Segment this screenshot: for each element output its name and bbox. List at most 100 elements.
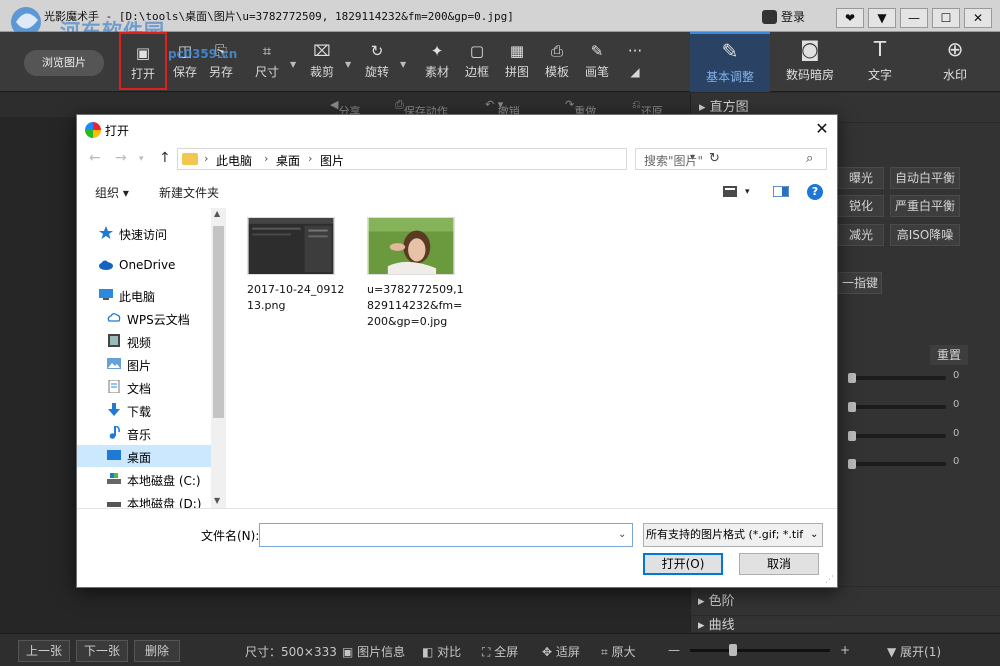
slider-track-2[interactable] — [850, 405, 946, 409]
scroll-down-icon[interactable]: ▼ — [214, 496, 220, 505]
save-action-button[interactable]: ⎙ 保存动作 — [395, 98, 448, 118]
nav-music[interactable]: 音乐 — [77, 422, 211, 444]
up-arrow-icon[interactable]: ↑ — [159, 150, 171, 166]
favorite-button[interactable]: ❤ — [836, 8, 864, 28]
slider-track-4[interactable] — [850, 462, 946, 466]
undo-button[interactable]: ↶ 撤销 ▾ — [485, 98, 520, 118]
curves-section[interactable]: ▸ 曲线 — [690, 616, 1000, 633]
address-bar[interactable]: › 此电脑 › 桌面 › 图片 ▾ ↻ — [177, 148, 720, 170]
menu-dropdown-button[interactable]: ▼ — [868, 8, 896, 28]
open-file-button[interactable]: 打开(O) — [643, 553, 723, 575]
reduce-light-button[interactable]: 减光 — [838, 224, 884, 246]
prev-image-button[interactable]: 上一张 — [18, 640, 70, 662]
organize-menu[interactable]: 组织 ▾ — [95, 184, 129, 201]
nav-videos[interactable]: 视频 — [77, 330, 211, 352]
nav-wps-cloud[interactable]: WPS云文档 — [77, 307, 211, 329]
nav-drive-d[interactable]: 本地磁盘 (D:) — [77, 491, 211, 508]
one-key-button[interactable]: 一指键 — [838, 272, 882, 294]
nav-drive-c[interactable]: 本地磁盘 (C:) — [77, 468, 211, 490]
browse-images-button[interactable]: 浏览图片 — [24, 50, 104, 76]
expand-button[interactable]: ▼ 展开(1) — [887, 643, 941, 660]
severe-white-balance-button[interactable]: 严重白平衡 — [890, 195, 960, 217]
delete-button[interactable]: 删除 — [134, 640, 180, 662]
breadcrumb-this-pc[interactable]: 此电脑 — [216, 152, 252, 169]
breadcrumb-pictures[interactable]: 图片 — [320, 152, 344, 169]
file-type-dropdown-icon: ⌄ — [810, 529, 819, 540]
view-dropdown-icon[interactable]: ▾ — [745, 187, 750, 197]
template-button[interactable]: ⎙ 模板 — [540, 40, 574, 88]
tab-darkroom[interactable]: ◙ 数码暗房 — [770, 32, 850, 92]
fit-icon: ✥ — [542, 645, 556, 659]
redo-button[interactable]: ↷ 重做 — [565, 98, 596, 118]
rotate-dropdown-icon[interactable]: ▼ — [400, 60, 408, 69]
resize-button[interactable]: ⌗ 尺寸 — [250, 40, 284, 88]
fullscreen-button[interactable]: ⛶ 全屏 — [482, 643, 518, 660]
resize-grip-icon[interactable]: ⋰ — [825, 575, 834, 585]
auto-white-balance-button[interactable]: 自动白平衡 — [890, 167, 960, 189]
crop-button[interactable]: ⌧ 裁剪 — [305, 40, 339, 88]
zoom-in-button[interactable]: + — [840, 643, 850, 657]
restore-button[interactable]: ⎌ 还原 — [632, 98, 663, 118]
zoom-slider[interactable] — [690, 649, 830, 652]
file-type-select[interactable]: 所有支持的图片格式 (*.gif; *.tif ⌄ — [643, 523, 823, 547]
slider-knob-1[interactable] — [848, 373, 856, 383]
image-info-button[interactable]: ▣ 图片信息 — [342, 643, 405, 660]
nav-downloads[interactable]: 下载 — [77, 399, 211, 421]
more-tools-button[interactable]: ··· ◢ — [618, 40, 652, 88]
slider-track-1[interactable] — [850, 376, 946, 380]
nav-quick-access[interactable]: 快速访问 — [77, 222, 211, 244]
nav-onedrive[interactable]: OneDrive — [77, 254, 211, 276]
scroll-up-icon[interactable]: ▲ — [214, 209, 220, 218]
scroll-thumb[interactable] — [213, 226, 224, 418]
slider-knob-2[interactable] — [848, 402, 856, 412]
reset-button[interactable]: 重置 — [930, 345, 968, 365]
cancel-button[interactable]: 取消 — [739, 553, 819, 575]
maximize-button[interactable]: ☐ — [932, 8, 960, 28]
nav-this-pc[interactable]: 此电脑 — [77, 284, 211, 306]
crop-dropdown-icon[interactable]: ▼ — [345, 60, 353, 69]
stickers-button[interactable]: ✦ 素材 — [420, 40, 454, 88]
search-input[interactable]: 搜索"图片" ⌕ — [635, 148, 827, 170]
slider-knob-3[interactable] — [848, 431, 856, 441]
view-mode-icon[interactable] — [723, 186, 737, 197]
exposure-button[interactable]: 曝光 — [838, 167, 884, 189]
rotate-button[interactable]: ↻ 旋转 — [360, 40, 394, 88]
minimize-button[interactable]: — — [900, 8, 928, 28]
filename-input[interactable] — [259, 523, 633, 547]
tab-watermark[interactable]: ⊕ 水印 — [915, 32, 995, 92]
original-size-button[interactable]: ⌗ 原大 — [601, 643, 636, 660]
login-button[interactable]: 登录 — [757, 6, 811, 28]
help-icon[interactable]: ? — [807, 184, 823, 200]
filename-dropdown-icon[interactable]: ⌄ — [618, 529, 626, 540]
nav-desktop[interactable]: 桌面 — [77, 445, 211, 467]
nav-pictures[interactable]: 图片 — [77, 353, 211, 375]
new-folder-button[interactable]: 新建文件夹 — [159, 184, 219, 201]
forward-arrow-icon[interactable]: → — [115, 150, 127, 166]
back-arrow-icon[interactable]: ← — [89, 150, 101, 166]
resize-dropdown-icon[interactable]: ▼ — [290, 60, 298, 69]
preview-pane-icon[interactable] — [773, 186, 789, 197]
tab-basic-adjust[interactable]: ✎ 基本调整 — [690, 32, 770, 92]
collage-button[interactable]: ▦ 拼图 — [500, 40, 534, 88]
recent-dropdown-icon[interactable]: ▾ — [139, 154, 144, 164]
frame-button[interactable]: ▢ 边框 — [460, 40, 494, 88]
breadcrumb-desktop[interactable]: 桌面 — [276, 152, 300, 169]
share-button[interactable]: ◀ 分享 — [330, 98, 360, 118]
dialog-close-icon[interactable]: ✕ — [811, 119, 833, 141]
tab-text[interactable]: T 文字 — [840, 32, 920, 92]
high-iso-denoise-button[interactable]: 高ISO降噪 — [890, 224, 960, 246]
slider-track-3[interactable] — [850, 434, 946, 438]
nav-scrollbar[interactable]: ▲ ▼ — [211, 208, 226, 508]
slider-knob-4[interactable] — [848, 459, 856, 469]
fit-screen-button[interactable]: ✥ 适屏 — [542, 643, 580, 660]
next-image-button[interactable]: 下一张 — [76, 640, 128, 662]
compare-button[interactable]: ◧ 对比 — [422, 643, 461, 660]
sharpen-button[interactable]: 锐化 — [838, 195, 884, 217]
zoom-slider-knob[interactable] — [729, 644, 737, 656]
levels-section[interactable]: ▸ 色阶 — [690, 586, 1000, 616]
brush-button[interactable]: ✎ 画笔 — [580, 40, 614, 88]
nav-documents[interactable]: 文档 — [77, 376, 211, 398]
open-button[interactable]: ▣ 打开 — [119, 32, 167, 90]
zoom-out-button[interactable]: — — [668, 643, 680, 657]
close-app-button[interactable]: ✕ — [964, 8, 992, 28]
